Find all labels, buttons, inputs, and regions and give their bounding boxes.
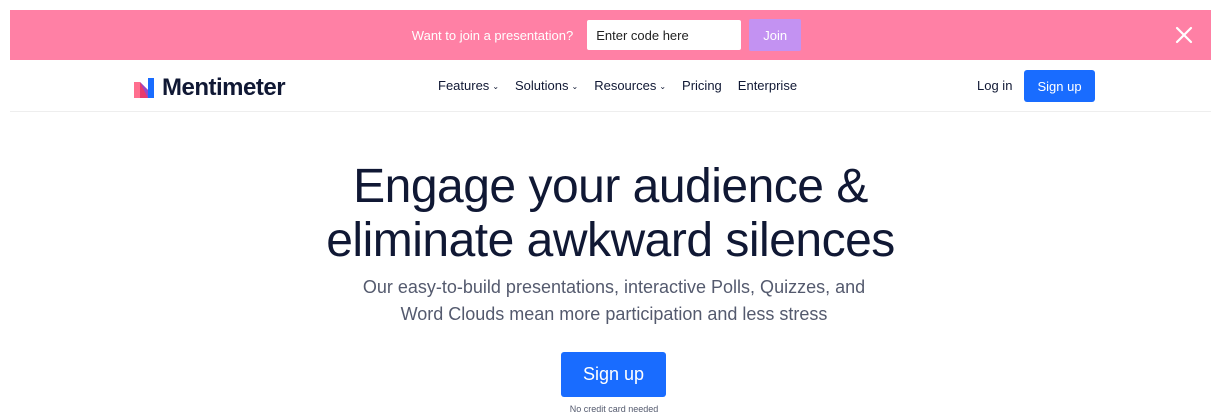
close-icon	[1175, 26, 1193, 44]
nav-item-label: Resources	[594, 78, 657, 93]
nav-item-solutions[interactable]: Solutions ⌄	[515, 78, 578, 93]
nav-item-resources[interactable]: Resources ⌄	[594, 78, 666, 93]
hero-signup-button[interactable]: Sign up	[561, 352, 666, 397]
login-link[interactable]: Log in	[977, 78, 1012, 93]
hero-subtitle-line-2: Word Clouds mean more participation and …	[400, 304, 828, 324]
nav-item-label: Pricing	[682, 78, 722, 93]
nav-item-features[interactable]: Features ⌄	[438, 78, 499, 93]
nav-signup-button[interactable]: Sign up	[1024, 70, 1095, 102]
chevron-down-icon: ⌄	[492, 82, 500, 91]
nav-menu: Features ⌄ Solutions ⌄ Resources ⌄ Prici…	[438, 78, 797, 93]
logo-text: Mentimeter	[162, 74, 286, 101]
nav-item-label: Features	[438, 78, 490, 93]
join-button[interactable]: Join	[749, 19, 802, 51]
banner-content: Want to join a presentation? Join	[411, 19, 802, 51]
hero-title-line-2: eliminate awkward silences	[326, 214, 895, 267]
main-navigation: Mentimeter Features ⌄ Solutions ⌄ Resour…	[10, 60, 1211, 112]
banner-text: Want to join a presentation?	[411, 27, 574, 43]
hero-subtitle-line-1: Our easy-to-build presentations, interac…	[362, 277, 866, 297]
no-credit-card-note: No credit card needed	[569, 404, 659, 414]
close-banner-button[interactable]	[1173, 24, 1195, 46]
mentimeter-logo-icon	[134, 78, 154, 98]
hero-title-line-1: Engage your audience &	[353, 160, 868, 213]
join-presentation-banner: Want to join a presentation? Join	[10, 10, 1211, 60]
nav-item-pricing[interactable]: Pricing	[682, 78, 722, 93]
nav-item-label: Solutions	[515, 78, 569, 93]
hero-title: Engage your audience & eliminate awkward…	[0, 160, 1211, 268]
presentation-code-input[interactable]	[587, 20, 742, 50]
nav-item-enterprise[interactable]: Enterprise	[738, 78, 797, 93]
chevron-down-icon: ⌄	[659, 82, 667, 91]
nav-item-label: Enterprise	[737, 78, 798, 93]
mentimeter-logo[interactable]: Mentimeter	[134, 74, 286, 102]
hero-subtitle: Our easy-to-build presentations, interac…	[0, 274, 1211, 328]
chevron-down-icon: ⌄	[571, 82, 579, 91]
